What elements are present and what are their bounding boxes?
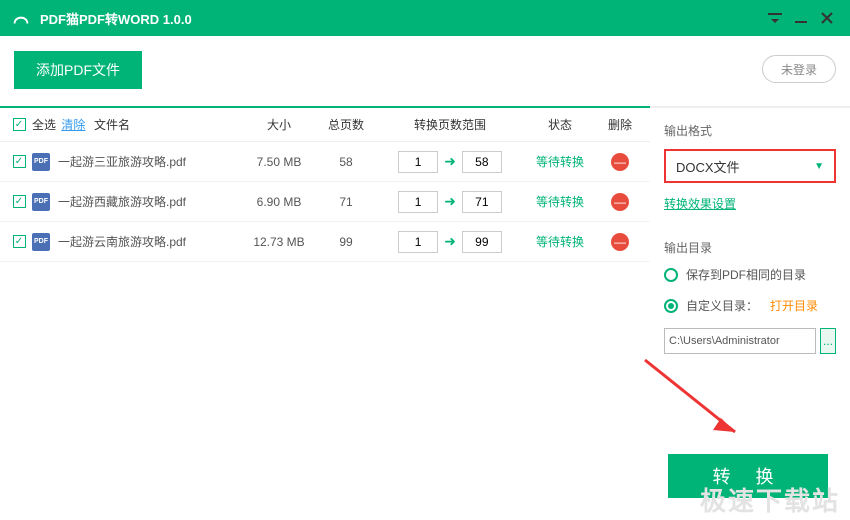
caret-down-icon: ▼ (814, 161, 824, 172)
login-button[interactable]: 未登录 (762, 55, 836, 83)
menu-button[interactable] (762, 5, 788, 31)
format-value: DOCX文件 (676, 157, 740, 176)
arrow-right-icon: ➜ (444, 153, 456, 170)
close-button[interactable] (814, 5, 840, 31)
row-checkbox[interactable]: ✓ (13, 155, 26, 168)
add-pdf-button[interactable]: 添加PDF文件 (14, 51, 142, 89)
arrow-right-icon: ➜ (444, 233, 456, 250)
delete-row-button[interactable]: — (611, 193, 629, 211)
app-logo-icon (10, 7, 32, 29)
file-status: 等待转换 (524, 233, 596, 250)
radio-custom-dir[interactable] (664, 299, 678, 313)
titlebar: PDF猫PDF转WORD 1.0.0 (0, 0, 850, 36)
file-size: 12.73 MB (242, 235, 316, 249)
delete-row-button[interactable]: — (611, 153, 629, 171)
arrow-right-icon: ➜ (444, 193, 456, 210)
col-pages: 总页数 (316, 116, 376, 133)
table-row: ✓ PDF一起游云南旅游攻略.pdf12.73 MB99 ➜ 等待转换 — (0, 222, 650, 262)
radio-same-dir[interactable] (664, 268, 678, 282)
file-size: 7.50 MB (242, 155, 316, 169)
app-title: PDF猫PDF转WORD 1.0.0 (40, 9, 762, 28)
file-name: 一起游云南旅游攻略.pdf (54, 233, 242, 250)
file-size: 6.90 MB (242, 195, 316, 209)
file-pages: 71 (316, 195, 376, 209)
table-row: ✓ PDF一起游西藏旅游攻略.pdf6.90 MB71 ➜ 等待转换 — (0, 182, 650, 222)
file-pages: 99 (316, 235, 376, 249)
col-filename: 文件名 (90, 116, 242, 133)
range-from-input[interactable] (398, 231, 438, 253)
pdf-file-icon: PDF (32, 153, 50, 171)
output-path-input[interactable] (664, 328, 816, 354)
col-range: 转换页数范围 (376, 116, 524, 133)
toolbar: 添加PDF文件 未登录 (0, 36, 850, 106)
browse-button[interactable]: ... (820, 328, 836, 354)
minimize-button[interactable] (788, 5, 814, 31)
col-delete: 删除 (596, 116, 644, 133)
open-dir-link[interactable]: 打开目录 (770, 297, 818, 314)
row-checkbox[interactable]: ✓ (13, 235, 26, 248)
outdir-label: 输出目录 (664, 239, 836, 256)
radio-custom-label: 自定义目录： (686, 297, 758, 314)
pdf-file-icon: PDF (32, 233, 50, 251)
col-size: 大小 (242, 116, 316, 133)
format-label: 输出格式 (664, 122, 836, 139)
select-all-checkbox[interactable]: ✓ (13, 118, 26, 131)
range-from-input[interactable] (398, 151, 438, 173)
file-pages: 58 (316, 155, 376, 169)
select-all-label: 全选 (32, 118, 56, 132)
range-to-input[interactable] (462, 191, 502, 213)
delete-row-button[interactable]: — (611, 233, 629, 251)
table-row: ✓ PDF一起游三亚旅游攻略.pdf7.50 MB58 ➜ 等待转换 — (0, 142, 650, 182)
col-status: 状态 (524, 116, 596, 133)
table-header: ✓ 全选 清除 文件名 大小 总页数 转换页数范围 状态 删除 (0, 108, 650, 142)
file-status: 等待转换 (524, 193, 596, 210)
pdf-file-icon: PDF (32, 193, 50, 211)
output-format-select[interactable]: DOCX文件 ▼ (664, 149, 836, 183)
file-list-panel: ✓ 全选 清除 文件名 大小 总页数 转换页数范围 状态 删除 ✓PDF一起游三… (0, 106, 650, 520)
convert-button[interactable]: 转 换 (668, 454, 828, 498)
file-name: 一起游三亚旅游攻略.pdf (54, 153, 242, 170)
radio-same-label: 保存到PDF相同的目录 (686, 266, 806, 283)
file-status: 等待转换 (524, 153, 596, 170)
range-from-input[interactable] (398, 191, 438, 213)
effect-settings-link[interactable]: 转换效果设置 (664, 197, 736, 211)
row-checkbox[interactable]: ✓ (13, 195, 26, 208)
range-to-input[interactable] (462, 231, 502, 253)
clear-link[interactable]: 清除 (61, 118, 85, 132)
file-name: 一起游西藏旅游攻略.pdf (54, 193, 242, 210)
range-to-input[interactable] (462, 151, 502, 173)
